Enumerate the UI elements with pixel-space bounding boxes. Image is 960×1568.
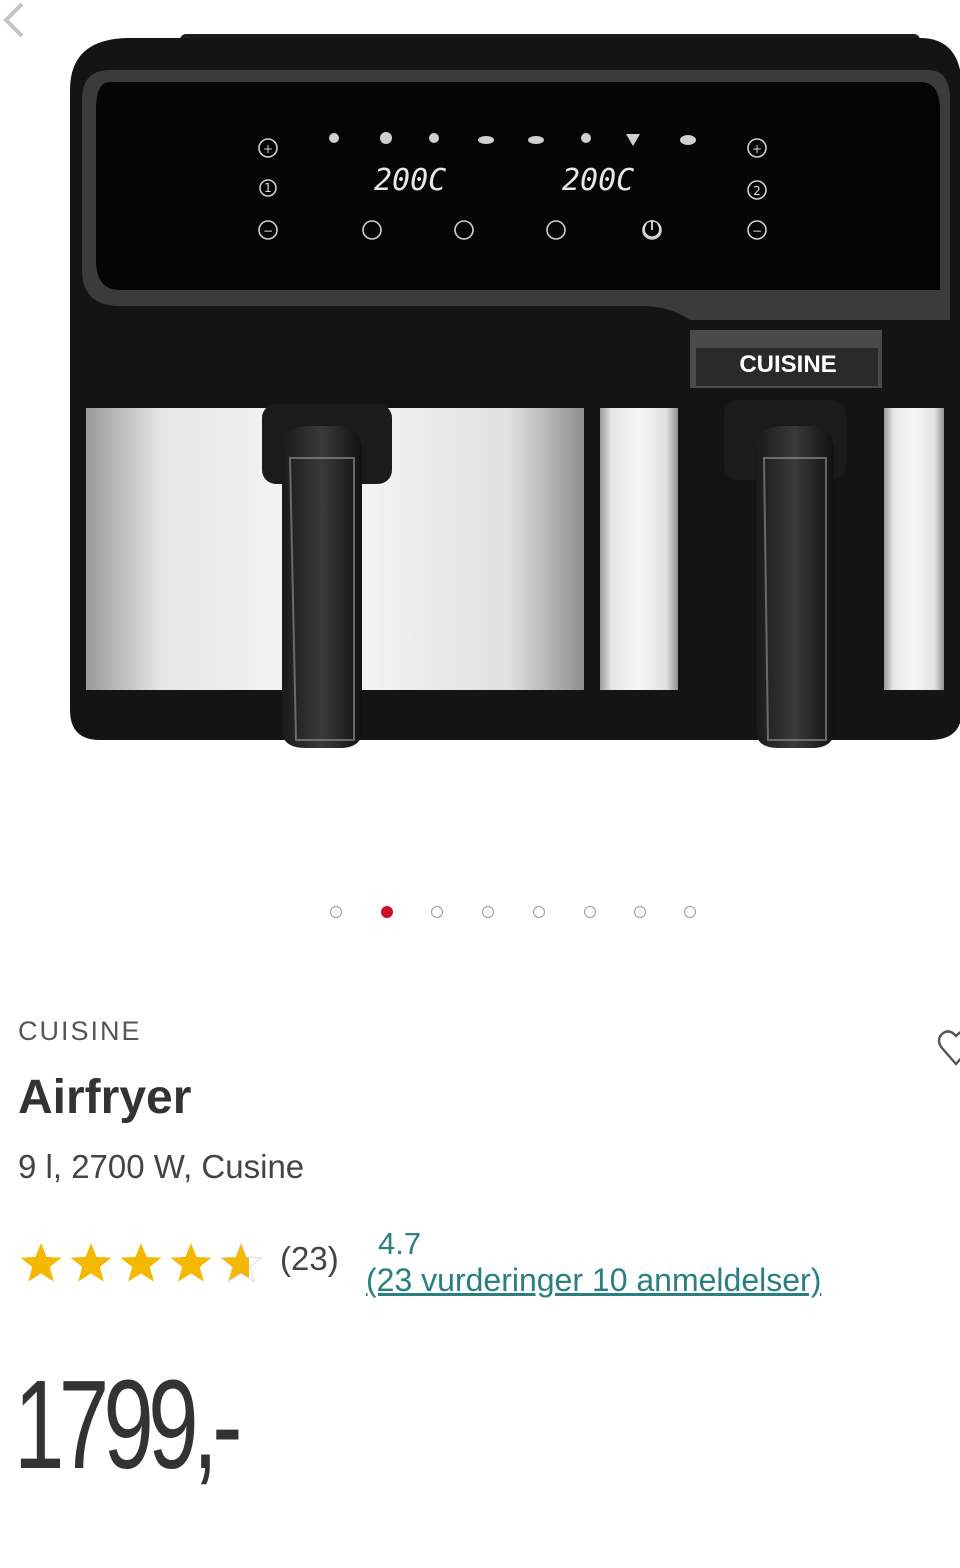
reviews-link[interactable]: (23 vurderinger 10 anmeldelser) (366, 1262, 821, 1299)
product-logo-text: CUISINE (739, 351, 836, 378)
svg-text:+: + (752, 142, 762, 156)
gallery-dot-3[interactable] (431, 906, 443, 918)
gallery-dot-1[interactable] (330, 906, 342, 918)
display-right-text: 200C (562, 163, 634, 198)
gallery-dot-8[interactable] (684, 906, 696, 918)
star-icon-2 (70, 1243, 112, 1282)
star-icon-1 (20, 1243, 62, 1282)
gallery-dot-7[interactable] (634, 906, 646, 918)
heart-outline-icon[interactable] (936, 1026, 960, 1070)
star-icon-3 (120, 1243, 162, 1282)
product-subtitle: 9 l, 2700 W, Cusine (18, 1148, 305, 1185)
zone-right-text: 2 (753, 184, 761, 198)
svg-text:+: + (263, 142, 273, 156)
product-price: 1799,- (14, 1354, 242, 1495)
product-image-gallery[interactable]: + − + − 1 2 200C 200C CUISINE (0, 0, 960, 880)
gallery-pagination (0, 906, 960, 926)
gallery-dot-4[interactable] (482, 906, 494, 918)
svg-text:−: − (263, 224, 273, 238)
display-left-text: 200C (374, 163, 446, 198)
rating-score: 4.7 (378, 1226, 422, 1261)
gallery-dot-6[interactable] (584, 906, 596, 918)
zone-left-text: 1 (264, 181, 272, 195)
svg-text:−: − (752, 224, 762, 238)
product-title: Airfryer (18, 1071, 192, 1124)
product-brand[interactable]: CUISINE (18, 1016, 142, 1047)
review-count: (23) (280, 1240, 339, 1277)
star-icon-5-partial (219, 1241, 263, 1283)
product-image: + − + − 1 2 200C 200C CUISINE (70, 34, 960, 748)
rating-stars (20, 1241, 263, 1283)
chevron-left-icon[interactable] (0, 0, 28, 40)
gallery-dot-5[interactable] (533, 906, 545, 918)
gallery-dot-2-active[interactable] (381, 906, 393, 918)
star-icon-4 (170, 1243, 212, 1282)
